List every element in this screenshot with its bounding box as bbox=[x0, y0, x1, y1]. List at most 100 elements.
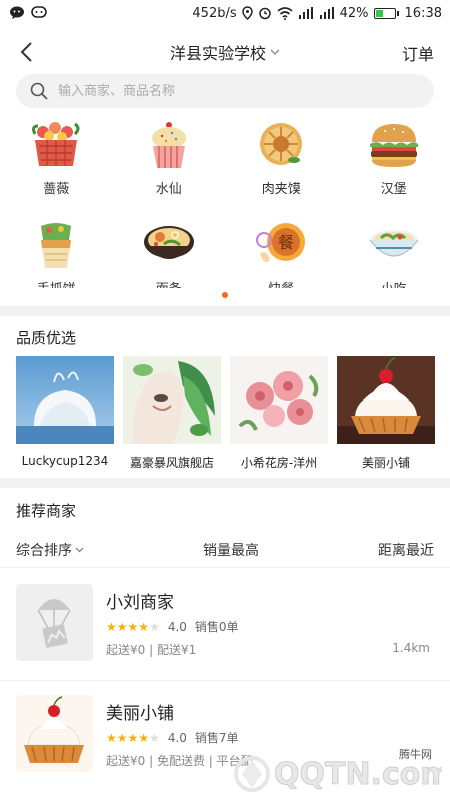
quality-item[interactable]: 嘉豪暴风旗舰店 bbox=[123, 356, 221, 471]
product-image bbox=[123, 356, 221, 444]
star-filled-icon: ★ bbox=[116, 730, 128, 745]
quality-section-title: 品质优选 bbox=[16, 329, 77, 347]
signal-icon bbox=[298, 7, 314, 19]
sort-default[interactable]: 综合排序 bbox=[16, 540, 84, 560]
shop-distance: 1.4km bbox=[392, 641, 430, 655]
star-empty-icon: ★ bbox=[149, 730, 160, 745]
signal-icon-2 bbox=[319, 7, 335, 19]
star-filled-icon: ★ bbox=[127, 730, 139, 745]
category-label: 汉堡 bbox=[380, 182, 407, 197]
snack-bowl-icon bbox=[367, 220, 421, 270]
shop-rating: ★ ★ ★ ★ ★ 4.0 销售7单 bbox=[106, 729, 239, 746]
chevron-left-icon bbox=[20, 42, 32, 62]
section-divider bbox=[0, 306, 450, 316]
product-image bbox=[337, 356, 435, 444]
sales-count: 销售7单 bbox=[194, 731, 239, 745]
category-grid: 蔷薇 水仙 肉夹馍 汉堡 餐 bbox=[0, 120, 450, 288]
battery-icon bbox=[373, 7, 399, 19]
star-filled-icon: ★ bbox=[106, 730, 117, 745]
status-left bbox=[10, 6, 47, 20]
status-time: 16:38 bbox=[404, 5, 442, 21]
wifi-icon bbox=[277, 6, 293, 20]
category-item[interactable]: 小吃 bbox=[338, 220, 450, 288]
category-item[interactable]: 汉堡 bbox=[338, 120, 450, 204]
search-icon bbox=[30, 82, 48, 100]
chevron-down-icon bbox=[75, 547, 84, 552]
shop-separator bbox=[0, 680, 450, 681]
star-filled-icon: ★ bbox=[138, 730, 150, 745]
back-button[interactable] bbox=[12, 38, 40, 66]
watermark: 腾牛网 QQTN.com bbox=[222, 746, 442, 794]
fast-food-icon: 餐 bbox=[254, 220, 308, 270]
category-item[interactable]: 面条 bbox=[113, 220, 226, 288]
rating-stars: ★ ★ ★ ★ ★ bbox=[106, 732, 160, 744]
cupcake-icon bbox=[142, 120, 196, 170]
rating-value: 4.0 bbox=[167, 619, 187, 634]
category-item[interactable]: 蔷薇 bbox=[0, 120, 113, 204]
wechat-icon bbox=[10, 6, 26, 20]
category-item[interactable]: 水仙 bbox=[113, 120, 226, 204]
alarm-icon bbox=[258, 6, 272, 20]
top-nav: 洋县实验学校 订单 bbox=[0, 30, 450, 74]
quality-item[interactable]: 小希花房-洋州 bbox=[230, 356, 328, 471]
sort-distance[interactable]: 距离最近 bbox=[378, 540, 434, 560]
sort-sales[interactable]: 销量最高 bbox=[203, 540, 259, 560]
wrap-icon bbox=[29, 220, 83, 270]
status-right: 452b/s 42% 16:38 bbox=[192, 6, 442, 21]
category-item[interactable]: 肉夹馍 bbox=[225, 120, 338, 204]
meat-bun-icon bbox=[254, 120, 308, 170]
chat-bubble-icon bbox=[31, 6, 47, 20]
pager-dot-active bbox=[222, 292, 228, 298]
star-filled-icon: ★ bbox=[138, 619, 150, 634]
quality-item-label: 小希花房-洋州 bbox=[240, 456, 318, 470]
shop-placeholder-image bbox=[16, 584, 93, 661]
category-label: 小吃 bbox=[381, 278, 407, 288]
sales-count: 销售0单 bbox=[194, 620, 239, 634]
battery-percent: 42% bbox=[339, 5, 369, 21]
watermark-small-text: 腾牛网 bbox=[399, 748, 432, 761]
category-label: 蔷薇 bbox=[43, 182, 70, 197]
network-speed: 452b/s bbox=[192, 5, 237, 21]
hamburger-icon bbox=[367, 120, 421, 170]
quality-item[interactable]: Luckycup1234 bbox=[16, 356, 114, 471]
category-item[interactable]: 手抓饼 bbox=[0, 220, 113, 288]
category-label: 面条 bbox=[156, 278, 182, 288]
star-filled-icon: ★ bbox=[106, 619, 117, 634]
category-label: 快餐 bbox=[268, 278, 294, 288]
delivery-info: 起送¥0 | 配送¥1 bbox=[106, 643, 197, 657]
watermark-big-text: QQTN.com bbox=[274, 757, 442, 792]
category-label: 手抓饼 bbox=[37, 278, 76, 288]
quality-item-label: 美丽小铺 bbox=[361, 456, 410, 470]
location-pin-icon bbox=[241, 6, 253, 20]
quality-item[interactable]: 美丽小铺 bbox=[337, 356, 435, 471]
category-item[interactable]: 餐 快餐 bbox=[225, 220, 338, 288]
flower-basket-icon bbox=[29, 120, 83, 170]
location-selector[interactable]: 洋县实验学校 bbox=[125, 40, 325, 64]
star-filled-icon: ★ bbox=[127, 619, 139, 634]
orders-link[interactable]: 订单 bbox=[402, 41, 434, 65]
product-image bbox=[230, 356, 328, 444]
category-label: 水仙 bbox=[155, 182, 182, 197]
star-empty-icon: ★ bbox=[149, 619, 160, 634]
shop-name: 小刘商家 bbox=[106, 593, 174, 613]
rating-stars: ★ ★ ★ ★ ★ bbox=[106, 621, 160, 633]
noodle-bowl-icon bbox=[142, 220, 196, 270]
shop-name: 美丽小铺 bbox=[106, 704, 174, 724]
recommend-section-title: 推荐商家 bbox=[16, 502, 77, 520]
category-pager bbox=[0, 292, 450, 298]
sort-bar: 综合排序 销量最高 距离最近 bbox=[0, 532, 450, 568]
chevron-down-icon bbox=[270, 49, 280, 55]
search-bar[interactable] bbox=[16, 74, 434, 108]
sort-default-label: 综合排序 bbox=[16, 542, 72, 559]
shop-list-item[interactable]: 小刘商家 ★ ★ ★ ★ ★ 4.0 销售0单 起送¥0 | 配送¥1 1.4km bbox=[0, 584, 450, 678]
rating-value: 4.0 bbox=[167, 730, 187, 745]
quality-item-label: 嘉豪暴风旗舰店 bbox=[129, 456, 214, 470]
search-input[interactable] bbox=[58, 83, 378, 99]
section-divider bbox=[0, 478, 450, 488]
quality-item-label: Luckycup1234 bbox=[21, 454, 109, 468]
location-label: 洋县实验学校 bbox=[169, 44, 266, 63]
star-filled-icon: ★ bbox=[116, 619, 128, 634]
status-bar: 452b/s 42% 16:38 bbox=[0, 0, 450, 26]
shop-rating: ★ ★ ★ ★ ★ 4.0 销售0单 bbox=[106, 618, 239, 635]
shop-image bbox=[16, 695, 93, 772]
